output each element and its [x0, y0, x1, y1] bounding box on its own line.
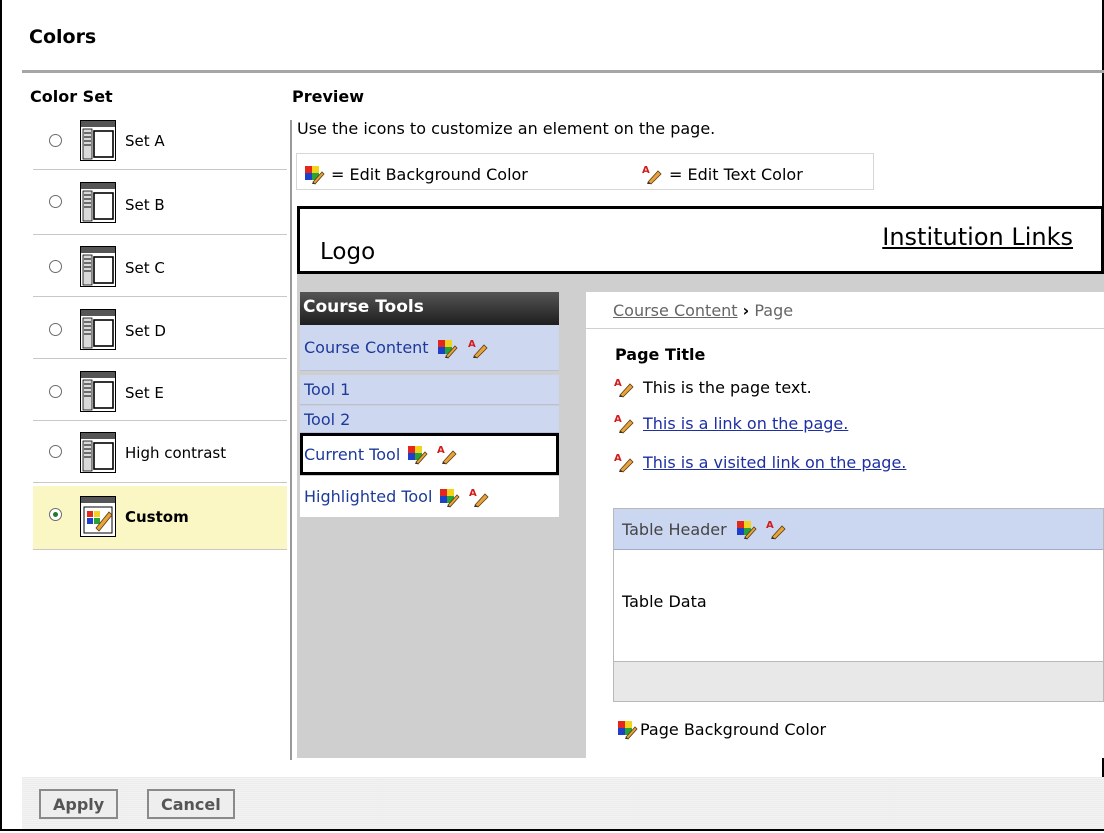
logo: Logo: [320, 239, 376, 265]
edit-text-color-icon[interactable]: [613, 376, 635, 398]
preview-page-title: Page Title: [615, 345, 706, 364]
color-set-option-custom[interactable]: Custom: [33, 486, 287, 550]
breadcrumb-current: Page: [754, 301, 794, 320]
course-tools-heading: Course Tools: [300, 292, 559, 325]
color-set-option-set-d[interactable]: Set D: [33, 300, 287, 359]
sample-link: This is a link on the page.: [643, 413, 849, 433]
legend-background-label: = Edit Background Color: [331, 164, 528, 184]
tool-2: Tool 2: [300, 406, 559, 433]
sample-visited-link: This is a visited link on the page.: [643, 452, 907, 472]
edit-text-color-icon[interactable]: [613, 451, 635, 473]
legend-text-label: = Edit Text Color: [669, 164, 803, 184]
legend-background: = Edit Background Color: [303, 163, 528, 185]
cancel-button[interactable]: Cancel: [147, 789, 235, 819]
color-set-thumbnail-icon: [80, 309, 116, 350]
content-area: Course Content › Page Page Title This is…: [586, 292, 1104, 758]
tool-label: Course Content: [304, 338, 429, 357]
color-set-option-set-b[interactable]: Set B: [33, 176, 287, 235]
course-tools-menu: Course Tools Course Content Tool 1 Tool …: [300, 292, 559, 517]
radio-custom[interactable]: [49, 508, 62, 521]
color-set-option-high-contrast[interactable]: High contrast: [33, 424, 287, 483]
institution-links: Institution Links: [882, 223, 1073, 251]
page-title: Colors: [29, 26, 97, 48]
color-set-option-set-e[interactable]: Set E: [33, 362, 287, 421]
table-header-label: Table Header: [622, 519, 727, 539]
edit-background-color-icon[interactable]: [735, 518, 757, 540]
table-data: Table Data: [622, 592, 707, 611]
edit-text-color-icon: [641, 163, 663, 185]
preview-table: Table Header Table Data: [613, 508, 1104, 702]
color-set-label: Set A: [125, 132, 165, 150]
edit-text-color-icon[interactable]: [765, 518, 787, 540]
color-set-thumbnail-icon: [80, 120, 116, 161]
edit-background-color-icon[interactable]: [616, 718, 638, 740]
table-header: Table Header: [614, 509, 1103, 550]
title-divider: [22, 70, 1104, 73]
breadcrumb: Course Content › Page: [613, 301, 793, 320]
color-set-thumbnail-icon: [80, 371, 116, 412]
edit-text-color-icon[interactable]: [468, 486, 490, 508]
breadcrumb-divider: [586, 328, 1104, 329]
color-set-heading: Color Set: [30, 87, 113, 106]
tool-course-content: Course Content: [300, 325, 559, 371]
color-set-option-set-c[interactable]: Set C: [33, 238, 287, 297]
button-bar: Apply Cancel: [22, 777, 1104, 829]
apply-button[interactable]: Apply: [39, 789, 119, 819]
tool-1: Tool 1: [300, 375, 559, 405]
colors-dialog: Colors Color Set Set A Set B Set C Set D…: [0, 0, 1104, 831]
color-set-label: Set E: [125, 384, 164, 402]
tool-label: Tool 1: [304, 380, 351, 399]
preview-divider: [290, 120, 292, 760]
color-set-option-set-a[interactable]: Set A: [33, 111, 287, 170]
custom-palette-icon: [80, 496, 116, 537]
page-text-line: This is the page text.: [613, 376, 812, 398]
table-footer: [614, 661, 1103, 701]
color-set-label: Set B: [125, 196, 165, 214]
radio-high-contrast[interactable]: [49, 445, 62, 458]
tool-highlighted: Highlighted Tool: [300, 476, 559, 517]
edit-background-color-icon[interactable]: [406, 443, 428, 465]
radio-set-e[interactable]: [49, 385, 62, 398]
edit-text-color-icon[interactable]: [613, 412, 635, 434]
radio-set-a[interactable]: [49, 134, 62, 147]
radio-set-b[interactable]: [49, 195, 62, 208]
page-text: This is the page text.: [643, 377, 812, 397]
radio-set-d[interactable]: [49, 323, 62, 336]
edit-background-color-icon[interactable]: [438, 486, 460, 508]
preview-heading: Preview: [292, 87, 365, 106]
breadcrumb-link: Course Content: [613, 301, 738, 320]
color-set-label: Set C: [125, 259, 165, 277]
edit-background-color-icon[interactable]: [436, 337, 458, 359]
color-set-label: Set D: [125, 322, 166, 340]
color-set-thumbnail-icon: [80, 432, 116, 473]
page-background-label: Page Background Color: [640, 719, 827, 739]
icon-legend: = Edit Background Color = Edit Text Colo…: [296, 153, 874, 190]
edit-background-color-icon: [303, 163, 325, 185]
page-background-line: Page Background Color: [616, 718, 826, 740]
tool-label: Tool 2: [304, 409, 351, 429]
tool-label: Highlighted Tool: [304, 487, 433, 506]
preview-instruction: Use the icons to customize an element on…: [297, 119, 716, 138]
link-line: This is a link on the page.: [613, 412, 848, 434]
color-set-thumbnail-icon: [80, 246, 116, 287]
color-set-thumbnail-icon: [80, 182, 116, 223]
legend-text: = Edit Text Color: [641, 163, 803, 185]
preview-header: Logo Institution Links: [297, 206, 1104, 274]
tool-label: Current Tool: [304, 444, 401, 464]
visited-link-line: This is a visited link on the page.: [613, 451, 906, 473]
radio-set-c[interactable]: [49, 260, 62, 273]
breadcrumb-separator: ›: [742, 301, 750, 320]
color-set-label: High contrast: [125, 444, 227, 462]
color-set-label: Custom: [125, 508, 189, 526]
edit-text-color-icon[interactable]: [436, 443, 458, 465]
tool-current: Current Tool: [300, 433, 559, 475]
edit-text-color-icon[interactable]: [467, 337, 489, 359]
